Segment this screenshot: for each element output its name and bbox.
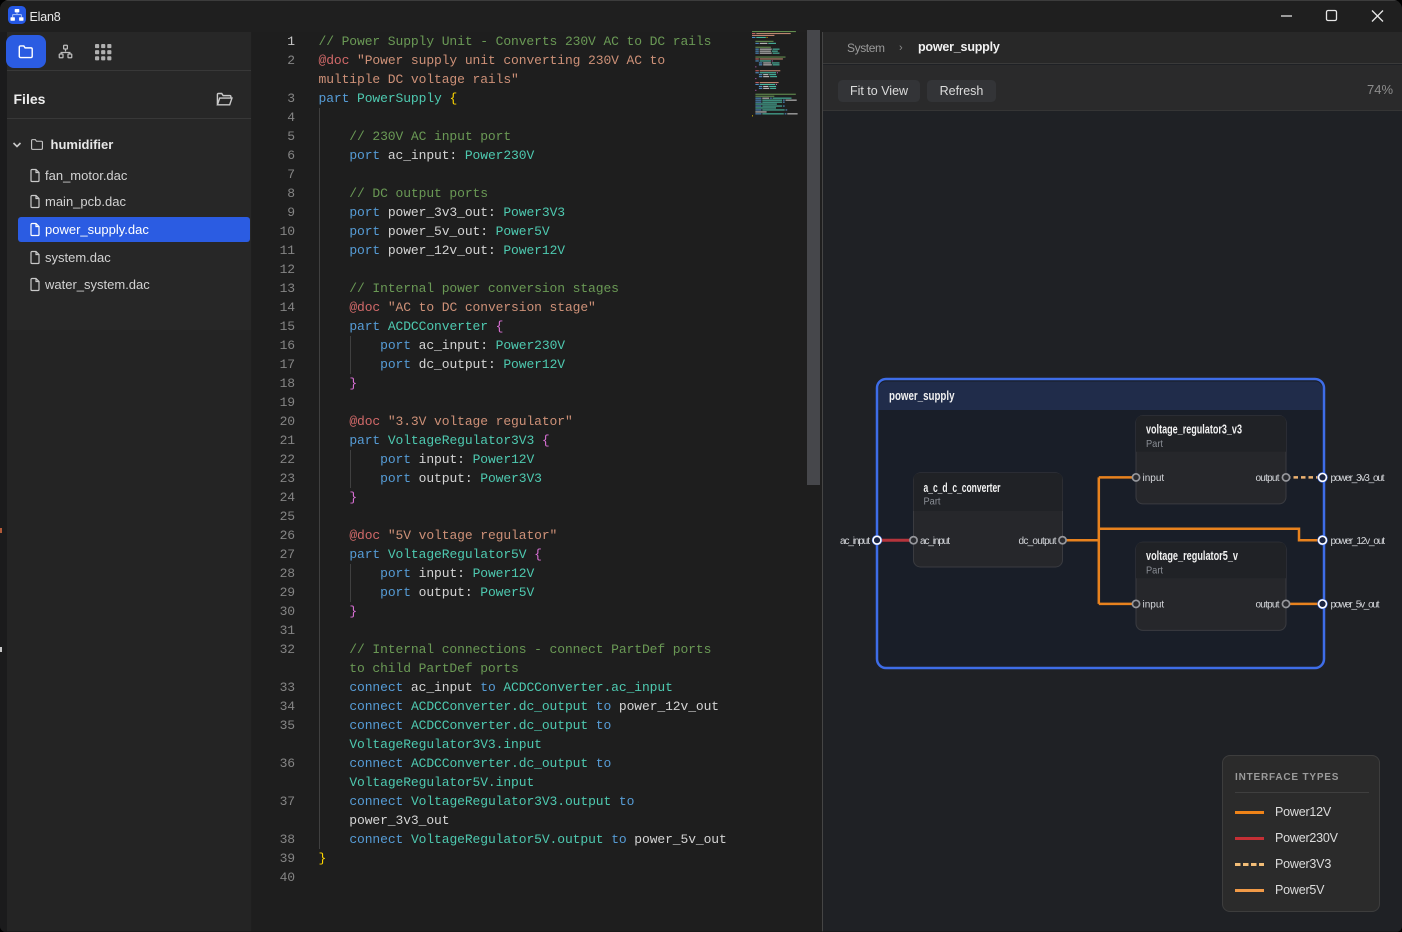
svg-text:a_c_d_c_converter: a_c_d_c_converter [924, 481, 1001, 495]
svg-text:dc_output: dc_output [1019, 536, 1057, 547]
svg-text:voltage_regulator3_v3: voltage_regulator3_v3 [1146, 423, 1242, 437]
svg-text:ac_input: ac_input [920, 536, 950, 547]
svg-text:power_supply: power_supply [889, 388, 955, 403]
svg-text:input: input [1143, 473, 1165, 484]
svg-text:input: input [1143, 600, 1165, 611]
svg-text:output: output [1256, 473, 1280, 484]
svg-text:power_3v3_out: power_3v3_out [1331, 473, 1385, 484]
svg-text:power_5v_out: power_5v_out [1331, 600, 1380, 611]
svg-text:power_12v_out: power_12v_out [1331, 536, 1386, 547]
svg-text:Part: Part [1146, 565, 1163, 577]
svg-text:voltage_regulator5_v: voltage_regulator5_v [1146, 549, 1238, 563]
svg-text:ac_input: ac_input [840, 536, 870, 547]
svg-text:output: output [1256, 600, 1280, 611]
svg-text:Part: Part [924, 496, 941, 508]
svg-text:Part: Part [1146, 438, 1163, 450]
